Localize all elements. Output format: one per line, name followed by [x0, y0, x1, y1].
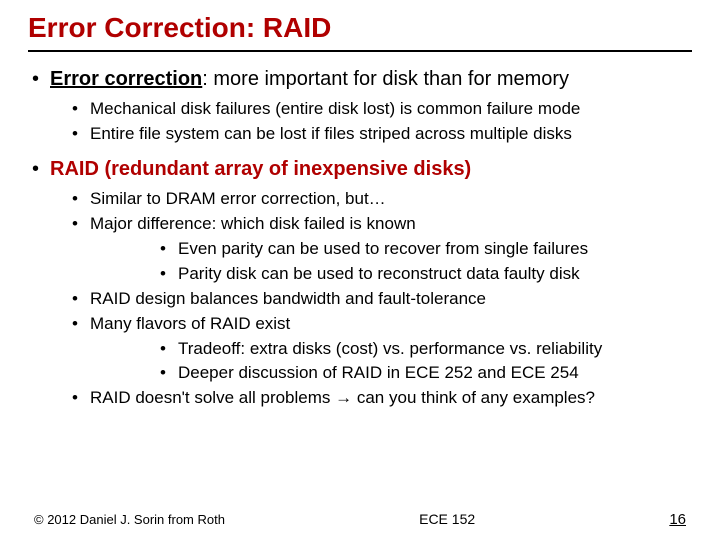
sub-bullet: Entire file system can be lost if files … — [50, 123, 692, 146]
bullet-text: RAID (redundant array of inexpensive dis… — [50, 158, 471, 180]
footer: © 2012 Daniel J. Sorin from Roth ECE 152… — [0, 511, 720, 528]
sub-bullet: Many flavors of RAID exist Tradeoff: ext… — [50, 313, 692, 386]
footer-page-number: 16 — [669, 511, 686, 528]
sub-sub-bullet: Even parity can be used to recover from … — [90, 238, 692, 261]
sub-bullet: RAID design balances bandwidth and fault… — [50, 288, 692, 311]
sub-bullet-text: Many flavors of RAID exist — [90, 314, 290, 333]
slide-title: Error Correction: RAID — [28, 12, 692, 52]
bullet-rest: : more important for disk than for memor… — [202, 68, 569, 90]
footer-course: ECE 152 — [419, 511, 475, 527]
sub-bullet: Major difference: which disk failed is k… — [50, 213, 692, 286]
sub-sub-bullet: Deeper discussion of RAID in ECE 252 and… — [90, 362, 692, 385]
sub-list: Similar to DRAM error correction, but… M… — [50, 188, 692, 410]
sub-bullet: RAID doesn't solve all problems → can yo… — [50, 387, 692, 410]
sub-list: Mechanical disk failures (entire disk lo… — [50, 98, 692, 146]
bullet-error-correction: Error correction: more important for dis… — [28, 66, 692, 146]
sub-bullet: Similar to DRAM error correction, but… — [50, 188, 692, 211]
sub-sub-list: Even parity can be used to recover from … — [90, 238, 692, 286]
bullet-list: Error correction: more important for dis… — [28, 66, 692, 410]
bullet-lead: Error correction — [50, 68, 202, 90]
sub-sub-bullet: Tradeoff: extra disks (cost) vs. perform… — [90, 338, 692, 361]
bullet-raid: RAID (redundant array of inexpensive dis… — [28, 156, 692, 410]
sub-bullet-text: Major difference: which disk failed is k… — [90, 214, 416, 233]
footer-copyright: © 2012 Daniel J. Sorin from Roth — [34, 512, 225, 527]
slide: Error Correction: RAID Error correction:… — [0, 0, 720, 540]
sub-sub-list: Tradeoff: extra disks (cost) vs. perform… — [90, 338, 692, 386]
sub-bullet: Mechanical disk failures (entire disk lo… — [50, 98, 692, 121]
sub-sub-bullet: Parity disk can be used to reconstruct d… — [90, 263, 692, 286]
